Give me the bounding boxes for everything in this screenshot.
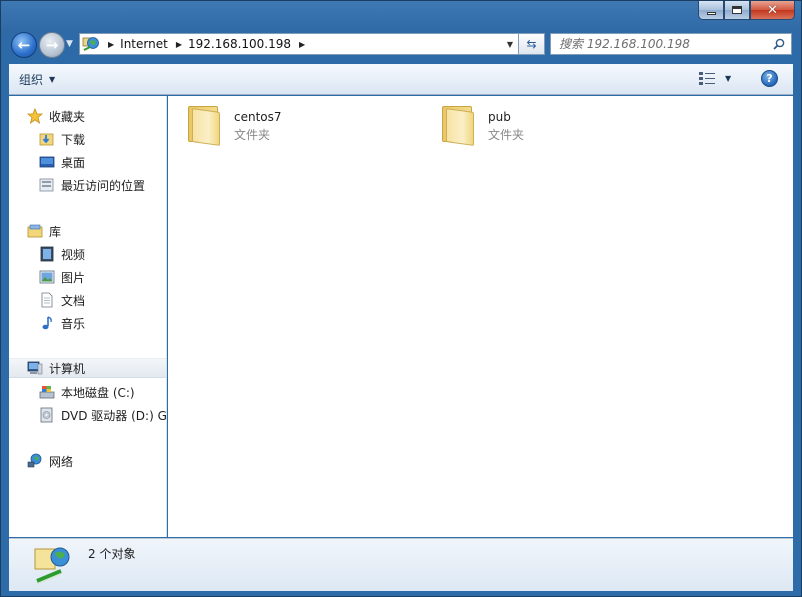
network-location-icon [82,35,100,53]
folder-tile-centos7[interactable]: centos7 文件夹 [186,104,282,146]
dvd-drive-icon [39,407,55,423]
command-bar: 组织 ▼ ▼ ? [9,64,793,95]
caption-buttons: ✕ [698,1,795,20]
recent-pages-button[interactable]: ▼ [66,39,73,49]
sidebar-item-label: 下载 [61,132,86,147]
library-icon [27,223,43,239]
breadcrumb-segment-host[interactable]: ▶ 192.168.100.198 ▶ [168,34,311,54]
music-icon [39,315,55,331]
sidebar-item-label: 本地磁盘 (C:) [61,385,135,400]
breadcrumb-label[interactable]: Internet [120,37,168,51]
address-history-dropdown[interactable]: ▼ [502,40,518,49]
sidebar-item-dvd-drive-d[interactable]: DVD 驱动器 (D:) GR [39,405,167,425]
sidebar-item-libraries[interactable]: 库 [27,221,61,241]
sidebar-item-label: 收藏夹 [49,109,86,124]
folder-icon [440,104,476,146]
address-bar[interactable]: ▶ Internet ▶ 192.168.100.198 ▶ ▼ [79,33,519,55]
close-icon: ✕ [767,2,778,18]
item-count: 2 个对象 [88,547,136,561]
refresh-icon: ⇆ [526,37,537,51]
search-icon[interactable] [773,38,785,50]
sidebar-item-videos[interactable]: 视频 [39,244,85,264]
sidebar-item-network[interactable]: 网络 [27,451,73,471]
sidebar-item-local-disk-c[interactable]: 本地磁盘 (C:) [39,382,135,402]
help-button[interactable]: ? [761,70,778,87]
organize-button[interactable]: 组织 ▼ [19,71,55,88]
sidebar-item-label: 文档 [61,293,86,308]
arrow-left-icon: ← [17,36,31,54]
minimize-icon [706,11,716,15]
recent-places-icon [39,177,55,193]
documents-icon [39,292,55,308]
breadcrumb-separator-icon[interactable]: ▶ [100,40,120,49]
sidebar-item-label: 最近访问的位置 [61,178,146,193]
refresh-button[interactable]: ⇆ [519,33,545,55]
file-list: centos7 文件夹 pub 文件夹 [168,96,793,537]
details-view-icon [699,71,715,85]
chevron-down-icon: ▼ [49,75,56,84]
search-input[interactable] [559,37,764,51]
folder-tile-pub[interactable]: pub 文件夹 [440,104,525,146]
sidebar-item-documents[interactable]: 文档 [39,290,85,310]
sidebar-item-computer[interactable]: 计算机 [9,358,166,378]
sidebar-item-label: 桌面 [61,155,86,170]
forward-button[interactable]: → [39,32,65,58]
network-location-icon [31,543,75,587]
video-icon [39,246,55,262]
sidebar-item-pictures[interactable]: 图片 [39,267,85,287]
breadcrumb-label[interactable]: 192.168.100.198 [188,37,291,51]
item-name: centos7 [234,110,282,124]
sidebar-item-label: 图片 [61,270,86,285]
sidebar-item-favorites[interactable]: 收藏夹 [26,106,86,126]
sidebar-item-music[interactable]: 音乐 [39,313,85,333]
breadcrumb-segment-internet[interactable]: ▶ Internet [100,34,168,54]
sidebar-item-label: 音乐 [61,316,86,331]
arrow-right-icon: → [45,36,59,54]
sidebar-item-label: 网络 [49,454,74,469]
chevron-down-icon: ▼ [66,39,73,49]
local-disk-icon [39,384,55,400]
breadcrumb-separator-icon[interactable]: ▶ [168,40,188,49]
details-pane: 2 个对象 [9,538,793,591]
pictures-icon [39,269,55,285]
organize-label: 组织 [19,73,44,87]
minimize-button[interactable] [698,1,724,20]
item-name: pub [488,110,511,124]
folder-icon [186,104,222,146]
sidebar-item-desktop[interactable]: 桌面 [39,152,85,172]
explorer-window: ✕ ← → ▼ ▶ Internet ▶ 192.168.100.198 ▶ ▼… [0,0,802,597]
change-view-button[interactable]: ▼ [699,71,731,85]
close-button[interactable]: ✕ [750,1,795,20]
back-button[interactable]: ← [11,32,37,58]
sidebar-item-label: DVD 驱动器 (D:) GR [61,408,167,423]
star-icon [26,107,44,124]
computer-icon [27,360,43,376]
maximize-button[interactable] [724,1,750,20]
sidebar-item-label: 视频 [61,247,86,262]
download-folder-icon [39,131,55,147]
desktop-icon [39,154,55,170]
sidebar-item-label: 计算机 [49,361,86,376]
help-icon: ? [766,72,773,85]
navigation-pane: 收藏夹 下载 桌面 最近访问的位置 库 视频 图片 文档 音乐 计算机 本地磁盘… [9,96,167,537]
sidebar-item-label: 库 [49,224,62,239]
breadcrumb-separator-icon[interactable]: ▶ [291,40,311,49]
network-icon [27,453,43,469]
item-type: 文件夹 [234,128,271,142]
item-type: 文件夹 [488,128,525,142]
maximize-icon [732,6,742,14]
sidebar-item-recent-places[interactable]: 最近访问的位置 [39,175,145,195]
search-box[interactable] [550,33,792,55]
sidebar-item-downloads[interactable]: 下载 [39,129,85,149]
chevron-down-icon: ▼ [725,73,732,83]
